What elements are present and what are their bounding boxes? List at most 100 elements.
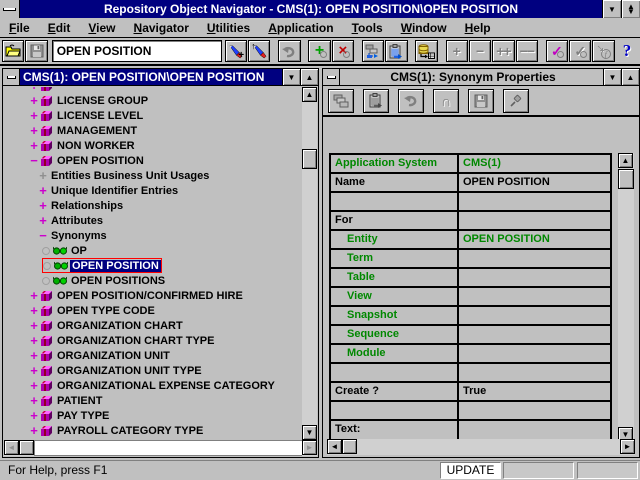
expand-icon[interactable]: [28, 364, 40, 377]
scroll-up-button[interactable]: ▲: [618, 153, 633, 168]
help-button[interactable]: ?: [616, 40, 638, 62]
navigate-pen-up-button[interactable]: ↑: [248, 40, 270, 62]
expand-icon[interactable]: [28, 409, 40, 422]
property-row[interactable]: [331, 402, 610, 421]
scroll-track[interactable]: [34, 440, 302, 456]
property-row[interactable]: Sequence: [331, 326, 610, 345]
collapse-all-button[interactable]: −−: [516, 40, 538, 62]
paste-properties-button[interactable]: [363, 89, 389, 113]
tree-item[interactable]: OPEN POSITION: [4, 153, 302, 168]
expand-paste-button[interactable]: [362, 40, 384, 62]
scroll-thumb[interactable]: [618, 169, 634, 189]
tree-item[interactable]: ORGANIZATION CHART: [4, 318, 302, 333]
delete-object-button[interactable]: ×: [332, 40, 354, 62]
restore-button[interactable]: ▲ ▼: [621, 0, 640, 18]
expand-icon[interactable]: [28, 139, 40, 152]
property-row[interactable]: Application SystemCMS(1): [331, 155, 610, 174]
object-name-input[interactable]: [52, 40, 222, 62]
tree-vertical-scrollbar[interactable]: ▲ ▼: [302, 87, 317, 440]
expand-icon[interactable]: [28, 379, 40, 392]
tree-item[interactable]: Synonyms: [4, 228, 302, 243]
expand-icon[interactable]: [28, 124, 40, 137]
scroll-down-button[interactable]: ▼: [302, 425, 317, 440]
properties-system-menu-button[interactable]: [323, 69, 340, 85]
menu-edit[interactable]: Edit: [39, 18, 80, 38]
navigator-maximize-button[interactable]: ▲: [300, 69, 318, 85]
tree-horizontal-scrollbar[interactable]: ◄ ►: [4, 440, 317, 456]
tree-item[interactable]: ORGANIZATION CHART TYPE: [4, 333, 302, 348]
tree-item[interactable]: MANAGEMENT: [4, 123, 302, 138]
collapse-icon[interactable]: [28, 154, 40, 167]
menu-utilities[interactable]: Utilities: [198, 18, 259, 38]
tree-item[interactable]: OPEN TYPE CODE: [4, 303, 302, 318]
collapse-button[interactable]: −: [469, 40, 491, 62]
undo-button[interactable]: [278, 40, 300, 62]
property-row[interactable]: Table: [331, 269, 610, 288]
menu-navigator[interactable]: Navigator: [125, 18, 198, 38]
property-row[interactable]: [331, 364, 610, 383]
scroll-right-button[interactable]: ►: [302, 440, 317, 455]
open-file-button[interactable]: [2, 40, 24, 62]
tree-item[interactable]: LICENSE GROUP: [4, 93, 302, 108]
property-row[interactable]: NameOPEN POSITION: [331, 174, 610, 193]
expand-button[interactable]: +: [446, 40, 468, 62]
property-row[interactable]: Text:: [331, 421, 610, 440]
clipboard-paste-button[interactable]: [385, 40, 407, 62]
collapse-icon[interactable]: [37, 229, 49, 242]
tree-item[interactable]: PAYROLL CATEGORY TYPE: [4, 423, 302, 438]
expand-icon[interactable]: [37, 184, 49, 197]
expand-icon[interactable]: [37, 169, 49, 182]
property-row[interactable]: [331, 193, 610, 212]
expand-icon[interactable]: [28, 334, 40, 347]
expand-icon[interactable]: [28, 94, 40, 107]
scroll-thumb[interactable]: [342, 439, 357, 454]
verify-check-button[interactable]: ✓: [569, 40, 591, 62]
property-row[interactable]: Snapshot: [331, 307, 610, 326]
tree-item[interactable]: PAY TYPE: [4, 408, 302, 423]
navigator-system-menu-button[interactable]: [3, 69, 20, 85]
expand-icon[interactable]: [37, 199, 49, 212]
menu-file[interactable]: File: [0, 18, 39, 38]
tree-item[interactable]: OPEN POSITIONS: [4, 273, 302, 288]
scroll-thumb[interactable]: [19, 440, 34, 455]
save-button[interactable]: [468, 89, 494, 113]
minimize-button[interactable]: ▼: [602, 0, 621, 18]
scroll-left-button[interactable]: ◄: [4, 440, 19, 455]
menu-tools[interactable]: Tools: [343, 18, 392, 38]
revert-button[interactable]: ∩: [433, 89, 459, 113]
requery-database-button[interactable]: [415, 40, 437, 62]
property-row[interactable]: Module: [331, 345, 610, 364]
expand-icon[interactable]: [28, 424, 40, 437]
copy-properties-button[interactable]: [328, 89, 354, 113]
expand-icon[interactable]: [28, 304, 40, 317]
navigate-pen-add-button[interactable]: +: [225, 40, 247, 62]
tree-item[interactable]: Attributes: [4, 213, 302, 228]
expand-icon[interactable]: [28, 394, 40, 407]
scroll-left-button[interactable]: ◄: [327, 439, 342, 454]
scroll-track[interactable]: [357, 439, 620, 455]
tree-item[interactable]: Entities Business Unit Usages: [4, 168, 302, 183]
properties-horizontal-scrollbar[interactable]: ◄ ►: [327, 439, 635, 455]
save-button[interactable]: [25, 40, 47, 62]
properties-vertical-scrollbar[interactable]: ▲ ▼: [618, 153, 634, 442]
expand-icon[interactable]: [37, 214, 49, 227]
mark-check-button[interactable]: ✓: [546, 40, 568, 62]
property-row[interactable]: Term: [331, 250, 610, 269]
scroll-thumb[interactable]: [302, 149, 317, 169]
navigator-minimize-button[interactable]: ▼: [282, 69, 300, 85]
tree-item-selected[interactable]: OPEN POSITION: [4, 258, 302, 273]
expand-icon[interactable]: [28, 109, 40, 122]
tree-item[interactable]: OPEN POSITION/CONFIRMED HIRE: [4, 288, 302, 303]
tree-item[interactable]: ORGANIZATION UNIT: [4, 348, 302, 363]
properties-minimize-button[interactable]: ▼: [603, 69, 621, 85]
tree-item[interactable]: PATIENT: [4, 393, 302, 408]
tree-item[interactable]: ORGANIZATIONAL EXPENSE CATEGORY: [4, 378, 302, 393]
function-arrow-button[interactable]: ↘f: [592, 40, 614, 62]
property-row[interactable]: View: [331, 288, 610, 307]
menu-view[interactable]: View: [79, 18, 124, 38]
property-row[interactable]: EntityOPEN POSITION: [331, 231, 610, 250]
scroll-right-button[interactable]: ►: [620, 439, 635, 454]
expand-icon[interactable]: [28, 87, 40, 92]
menu-window[interactable]: Window: [392, 18, 456, 38]
tree-item[interactable]: OP: [4, 243, 302, 258]
